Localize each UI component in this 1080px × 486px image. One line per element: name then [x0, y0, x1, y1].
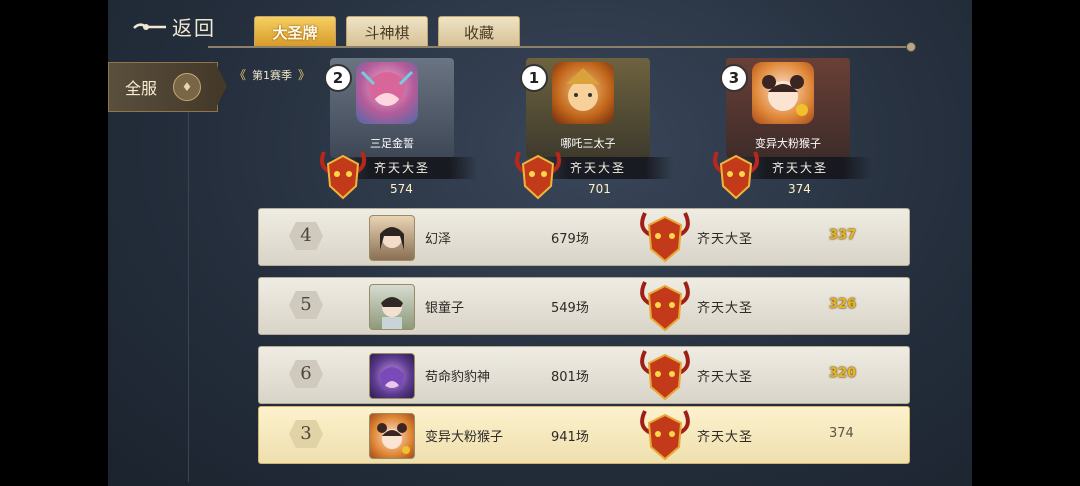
double-chevron-left-icon[interactable]: 《	[234, 66, 246, 83]
player-title: 齐天大圣	[697, 301, 754, 316]
server-button-notch	[215, 62, 227, 110]
tab-doushen-chess[interactable]: 斗神棋	[346, 16, 428, 48]
player-score: 574	[390, 182, 413, 196]
avatar	[369, 215, 415, 261]
leaderboard-row[interactable]: 5 银童子 549场 齐天大圣 326	[258, 277, 910, 335]
avatar	[552, 62, 614, 124]
side-rail	[188, 112, 189, 482]
season-label: 第1赛季	[252, 68, 293, 82]
leaderboard-row-self[interactable]: 3 变异大粉猴子 941场 齐天大圣 374	[258, 406, 910, 464]
rank-number: 5	[289, 291, 323, 319]
player-score: 326	[829, 297, 857, 312]
demon-mask-icon	[640, 212, 690, 263]
leaderboard-screen: 返回 大圣牌 斗神棋 收藏 全服 ♦ 《 第1赛季 》 2 三足金誓 齐天大圣 …	[108, 0, 972, 486]
player-title: 齐天大圣	[374, 161, 431, 175]
server-filter-button[interactable]: 全服 ♦	[108, 62, 218, 112]
rank-number: 4	[289, 222, 323, 250]
demon-mask-icon	[640, 350, 690, 401]
rank-number: 3	[289, 420, 323, 448]
demon-mask-icon	[640, 281, 690, 332]
server-filter-label: 全服	[125, 79, 158, 98]
podium-third[interactable]: 3 变异大粉猴子	[720, 58, 860, 158]
player-title: 齐天大圣	[697, 430, 754, 445]
podium-first[interactable]: 1 哪吒三太子	[520, 58, 660, 158]
lantern-icon: ♦	[173, 73, 201, 101]
season-selector: 《 第1赛季 》	[234, 66, 310, 83]
player-name: 苟命豹豹神	[425, 370, 491, 385]
avatar	[752, 62, 814, 124]
rank-badge: 3	[720, 64, 748, 92]
match-count: 549场	[551, 301, 589, 316]
double-chevron-right-icon[interactable]: 》	[298, 66, 310, 83]
match-count: 941场	[551, 430, 589, 445]
demon-mask-icon	[713, 151, 759, 200]
avatar	[369, 284, 415, 330]
player-score: 374	[829, 426, 854, 441]
back-button[interactable]: 返回	[132, 12, 216, 41]
header-divider-ornament	[906, 42, 916, 52]
header-divider	[208, 46, 912, 48]
match-count: 801场	[551, 370, 589, 385]
player-name: 三足金誓	[370, 137, 414, 150]
player-score: 374	[788, 182, 811, 196]
player-score: 320	[829, 366, 857, 381]
player-name: 变异大粉猴子	[755, 137, 821, 150]
player-title: 齐天大圣	[772, 161, 829, 175]
tab-collection[interactable]: 收藏	[438, 16, 520, 48]
leaderboard-row[interactable]: 4 幻泽 679场 齐天大圣 337	[258, 208, 910, 266]
rank-number: 6	[289, 360, 323, 388]
demon-mask-icon	[515, 151, 561, 200]
tab-bar: 大圣牌 斗神棋 收藏	[254, 16, 520, 48]
player-name: 幻泽	[425, 232, 452, 247]
back-label: 返回	[172, 16, 216, 40]
player-title: 齐天大圣	[697, 370, 754, 385]
back-arrow-icon	[133, 23, 166, 30]
match-count: 679场	[551, 232, 589, 247]
demon-mask-icon	[640, 410, 690, 461]
demon-mask-icon	[320, 151, 366, 200]
player-title: 齐天大圣	[697, 232, 754, 247]
player-name: 变异大粉猴子	[425, 430, 504, 445]
avatar	[369, 413, 415, 459]
player-score: 337	[829, 228, 857, 243]
avatar	[356, 62, 418, 124]
player-name: 哪吒三太子	[560, 137, 616, 150]
player-score: 701	[588, 182, 611, 196]
player-name: 银童子	[425, 301, 465, 316]
avatar	[369, 353, 415, 399]
rank-badge: 1	[520, 64, 548, 92]
rank-badge: 2	[324, 64, 352, 92]
podium-second[interactable]: 2 三足金誓	[324, 58, 464, 158]
tab-dasheng-cards[interactable]: 大圣牌	[254, 16, 336, 48]
player-title: 齐天大圣	[570, 161, 627, 175]
leaderboard-row[interactable]: 6 苟命豹豹神 801场 齐天大圣 320	[258, 346, 910, 404]
